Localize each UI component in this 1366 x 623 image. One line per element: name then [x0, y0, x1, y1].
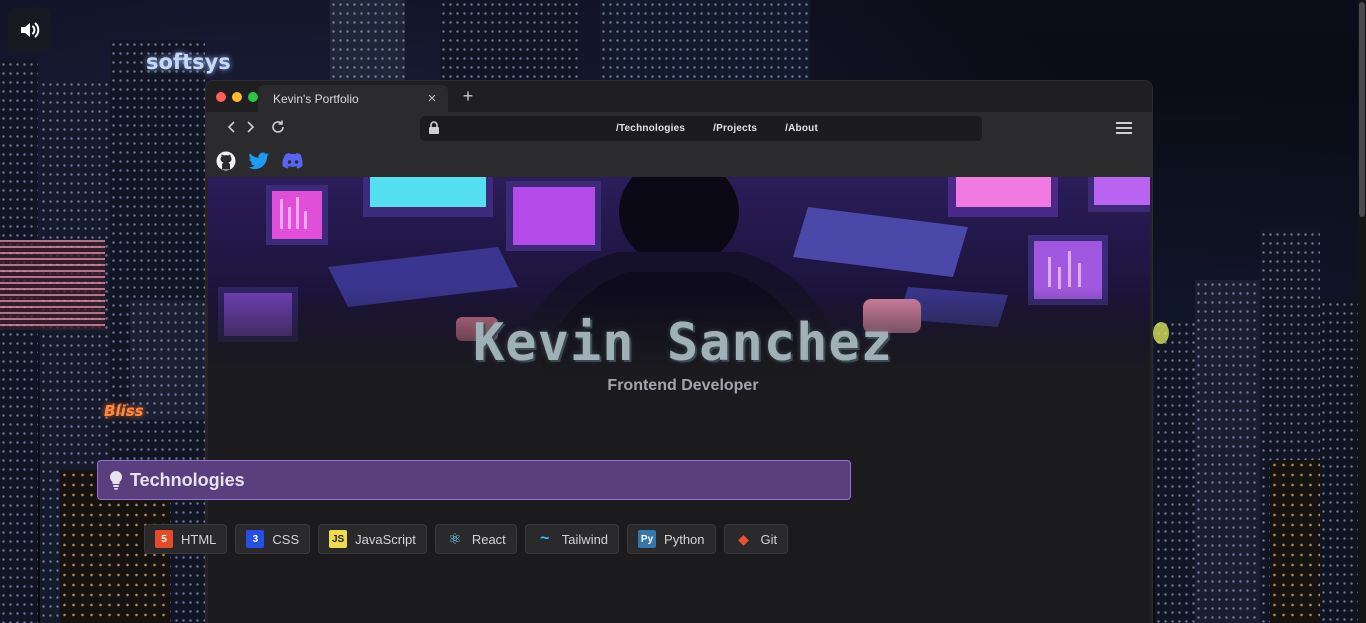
tech-chip-html[interactable]: 5 HTML: [144, 524, 228, 554]
reload-icon[interactable]: [270, 119, 286, 135]
softsys-sign: softsys: [146, 50, 231, 74]
technologies-list: 5 HTML 3 CSS JS JavaScript ⚛ React ~ Tai…: [144, 524, 789, 554]
hero-name: Kevin Sanchez: [473, 313, 893, 373]
tech-label: JavaScript: [355, 531, 416, 547]
tab-title: Kevin's Portfolio: [273, 91, 359, 106]
git-icon: ◆: [738, 530, 749, 547]
technologies-section-header[interactable]: Technologies: [97, 460, 851, 500]
tech-chip-tailwind[interactable]: ~ Tailwind: [524, 524, 620, 554]
html5-icon: 5: [155, 530, 173, 548]
maximize-window-button[interactable]: [248, 92, 258, 102]
css3-icon: 3: [246, 530, 265, 548]
tech-chip-javascript[interactable]: JS JavaScript: [318, 524, 427, 554]
page-scrollbar[interactable]: [1358, 0, 1366, 623]
tab-bar: Kevin's Portfolio × +: [206, 81, 1152, 112]
tech-chip-css[interactable]: 3 CSS: [235, 524, 311, 554]
close-window-button[interactable]: [216, 92, 226, 102]
hamburger-menu-icon[interactable]: [1116, 122, 1132, 134]
tech-chip-git[interactable]: ◆ Git: [723, 524, 789, 554]
nav-link-about[interactable]: /About: [785, 123, 818, 134]
twitter-icon[interactable]: [248, 152, 270, 170]
python-icon: Py: [638, 530, 657, 548]
tab-kevins-portfolio[interactable]: Kevin's Portfolio ×: [258, 85, 448, 112]
lightbulb-icon: [109, 470, 123, 490]
lock-icon: [429, 121, 439, 134]
close-tab-icon[interactable]: ×: [424, 90, 440, 107]
tech-label: React: [471, 531, 506, 547]
minimize-window-button[interactable]: [232, 92, 242, 102]
tech-label: Git: [760, 531, 778, 547]
back-icon[interactable]: [226, 120, 238, 134]
address-bar[interactable]: /Technologies /Projects /About: [420, 116, 982, 141]
speaker-icon: [20, 22, 39, 37]
forward-icon[interactable]: [244, 120, 256, 134]
hero-role: Frontend Developer: [607, 377, 759, 394]
react-icon: ⚛: [448, 531, 462, 548]
tailwind-icon: ~: [540, 530, 550, 547]
discord-icon[interactable]: [282, 152, 304, 170]
nav-link-technologies[interactable]: /Technologies: [616, 123, 685, 134]
nav-link-projects[interactable]: /Projects: [713, 123, 757, 134]
tech-label: Python: [664, 531, 705, 547]
main-content: [208, 377, 1150, 623]
github-icon[interactable]: [216, 151, 236, 171]
tech-chip-react[interactable]: ⚛ React: [434, 524, 517, 554]
tech-label: CSS: [272, 531, 300, 547]
social-links: [206, 144, 1152, 178]
javascript-icon: JS: [329, 530, 348, 548]
bliss-sign: Bliss: [104, 402, 144, 420]
tech-chip-python[interactable]: Py Python: [627, 524, 716, 554]
tech-label: HTML: [181, 531, 217, 547]
scrollbar-thumb[interactable]: [1359, 2, 1365, 217]
new-tab-button[interactable]: +: [458, 85, 478, 107]
technologies-title: Technologies: [130, 469, 245, 490]
tech-label: Tailwind: [561, 531, 609, 547]
navigation-bar: /Technologies /Projects /About: [206, 112, 1152, 144]
window-controls: [216, 92, 258, 102]
sound-toggle-button[interactable]: [8, 8, 51, 51]
